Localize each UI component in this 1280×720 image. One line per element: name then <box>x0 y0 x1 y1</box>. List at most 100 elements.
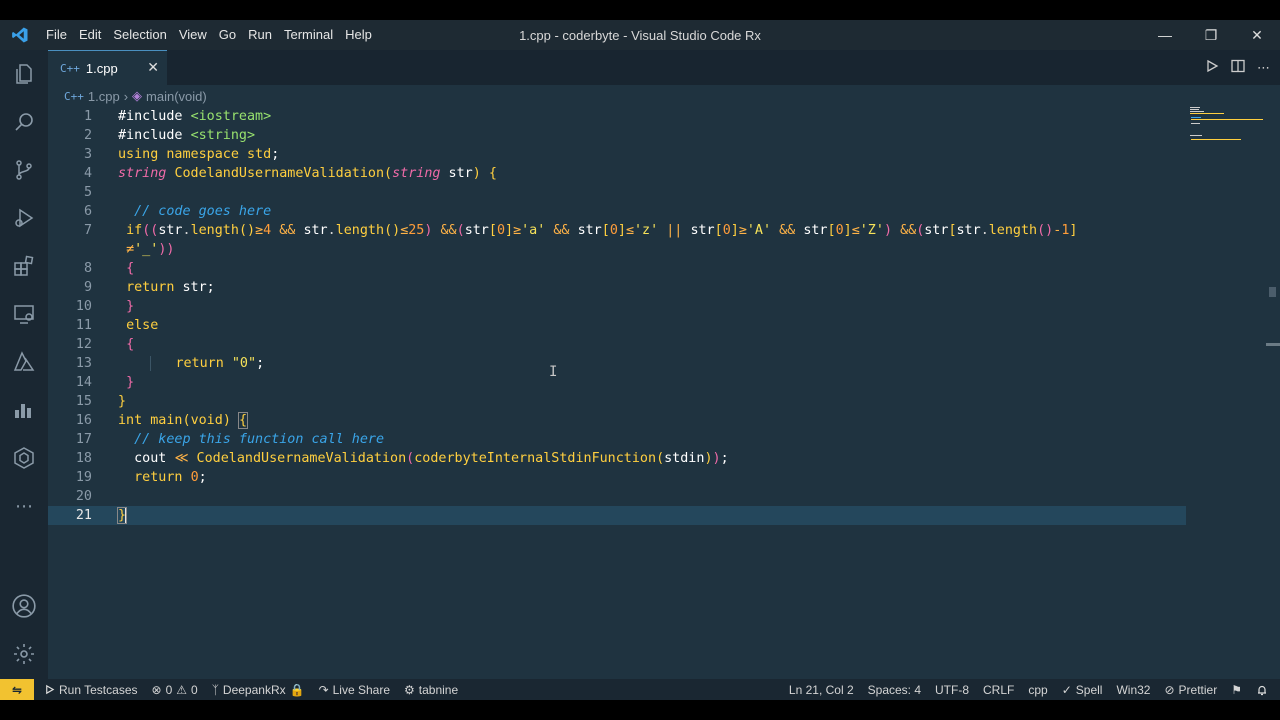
breadcrumb-file[interactable]: 1.cpp <box>88 89 120 104</box>
charts-icon[interactable] <box>0 386 48 434</box>
spell-button[interactable]: ✓ Spell <box>1062 683 1103 697</box>
status-left: Run Testcases ⊗ 0 ⚠ 0 ᛉ DeepankRx 🔒 ↷ Li… <box>44 683 458 697</box>
end-of-line[interactable]: CRLF <box>983 683 1014 697</box>
code-text: #include <iostream> <box>118 109 272 124</box>
letterbox-bottom <box>0 700 1280 720</box>
vscode-logo-icon <box>0 26 40 44</box>
prettier-button[interactable]: ⊘ Prettier <box>1164 683 1217 697</box>
letterbox-top <box>0 0 1280 20</box>
run-testcases-button[interactable]: Run Testcases <box>44 683 138 697</box>
code-text: return str; <box>126 280 215 295</box>
line-number: 16 <box>75 413 92 428</box>
function-symbol-icon: ◈ <box>132 88 143 103</box>
tab-1cpp[interactable]: C++ 1.cpp ✕ <box>48 50 167 85</box>
code-text: { <box>126 261 135 276</box>
chevron-right-icon: › <box>123 88 129 104</box>
settings-gear-icon[interactable] <box>0 630 48 678</box>
restore-icon[interactable]: ❐ <box>1188 20 1234 50</box>
run-code-icon[interactable] <box>1205 59 1219 76</box>
tabnine-button[interactable]: ⚙ tabnine <box>404 683 458 697</box>
text-cursor <box>125 506 128 524</box>
code-text: int main(void) { <box>118 412 249 429</box>
code-line: 6 // code goes here <box>48 202 1198 221</box>
remote-explorer-icon[interactable] <box>0 290 48 338</box>
vertical-scrollbar[interactable] <box>1266 85 1280 679</box>
line-number: 14 <box>75 375 92 390</box>
editor-area[interactable]: C++ 1.cpp › ◈ main(void) 1 #include <iost… <box>48 85 1280 679</box>
code-line: 18 cout ≪ CodelandUsernameValidation(cod… <box>48 449 1198 468</box>
code-line: 15} <box>48 392 1198 411</box>
breadcrumb-symbol[interactable]: main(void) <box>146 89 207 104</box>
branch-indicator[interactable]: ᛉ DeepankRx 🔒 <box>212 683 305 697</box>
status-bar: ⇋ Run Testcases ⊗ 0 ⚠ 0 ᛉ DeepankRx 🔒 ↷ … <box>0 679 1280 700</box>
run-debug-icon[interactable] <box>0 194 48 242</box>
line-number: 3 <box>83 147 92 162</box>
live-share-button[interactable]: ↷ Live Share <box>319 683 390 697</box>
menu-edit[interactable]: Edit <box>73 20 107 50</box>
menu-go[interactable]: Go <box>213 20 242 50</box>
code-line: 20 <box>48 487 1198 506</box>
line-number: 13 <box>75 356 92 371</box>
indentation[interactable]: Spaces: 4 <box>868 683 921 697</box>
line-number: 20 <box>75 489 92 504</box>
line-number: 2 <box>83 128 92 143</box>
breadcrumb: C++ 1.cpp › ◈ main(void) <box>64 88 207 104</box>
scroll-marker <box>1266 343 1280 346</box>
code-lines[interactable]: 1 #include <iostream> 2 #include <string> … <box>48 107 1198 525</box>
explorer-icon[interactable] <box>0 50 48 98</box>
code-line: 7 if((str.length()≥4 && str.length()≤25)… <box>48 221 1198 240</box>
code-text: return "0"; <box>118 354 264 373</box>
error-count: 0 <box>165 682 173 697</box>
editor-actions: ⋯ <box>1205 50 1270 85</box>
line-number: 1 <box>83 109 92 124</box>
line-number: 11 <box>75 318 92 333</box>
platform[interactable]: Win32 <box>1116 683 1150 697</box>
menu-selection[interactable]: Selection <box>107 20 172 50</box>
current-code-line: 21} <box>48 506 1186 525</box>
tabnine-icon: ⚙ <box>404 682 415 697</box>
menu-view[interactable]: View <box>173 20 213 50</box>
azure-icon[interactable] <box>0 338 48 386</box>
code-line: 4 string CodelandUsernameValidation(strin… <box>48 164 1198 183</box>
activity-bar: ⋯ <box>0 50 48 679</box>
extensions-icon[interactable] <box>0 242 48 290</box>
more-actions-icon[interactable]: ⋯ <box>1257 60 1270 76</box>
code-line: 14 } <box>48 373 1198 392</box>
code-text: } <box>126 375 135 390</box>
remote-icon[interactable]: ⇋ <box>0 679 34 700</box>
line-number: 18 <box>75 451 92 466</box>
feedback-icon[interactable]: ⚑ <box>1231 683 1242 697</box>
line-number: 4 <box>83 166 92 181</box>
run-testcases-label: Run Testcases <box>59 682 138 697</box>
line-number: 7 <box>83 223 92 238</box>
split-editor-icon[interactable] <box>1231 59 1245 76</box>
code-line: 16 int main(void) { <box>48 411 1198 430</box>
encoding[interactable]: UTF-8 <box>935 683 969 697</box>
code-text: return 0; <box>134 470 207 485</box>
close-tab-icon[interactable]: ✕ <box>147 59 159 76</box>
status-right: Ln 21, Col 2 Spaces: 4 UTF-8 CRLF cpp ✓ … <box>789 679 1268 700</box>
source-control-icon[interactable] <box>0 146 48 194</box>
menu-file[interactable]: File <box>40 20 73 50</box>
search-icon[interactable] <box>0 98 48 146</box>
menu-help[interactable]: Help <box>339 20 378 50</box>
docker-icon[interactable] <box>0 434 48 482</box>
code-line: 17 // keep this function call here <box>48 430 1198 449</box>
problems-indicator[interactable]: ⊗ 0 ⚠ 0 <box>152 683 198 697</box>
menu-run[interactable]: Run <box>242 20 278 50</box>
menu-terminal[interactable]: Terminal <box>278 20 339 50</box>
code-line: 13 return "0"; <box>48 354 1198 373</box>
scroll-thumb[interactable] <box>1269 287 1276 297</box>
code-line: 11 else <box>48 316 1198 335</box>
minimize-icon[interactable]: — <box>1142 20 1188 50</box>
line-number: 17 <box>75 432 92 447</box>
close-window-icon[interactable]: ✕ <box>1234 20 1280 50</box>
cursor-position[interactable]: Ln 21, Col 2 <box>789 683 854 697</box>
code-line: 9 return str; <box>48 278 1198 297</box>
code-text: else <box>126 318 159 333</box>
minimap[interactable] <box>1188 105 1268 145</box>
more-icon[interactable]: ⋯ <box>0 482 48 530</box>
account-icon[interactable] <box>0 582 48 630</box>
notifications-bell-icon[interactable] <box>1256 684 1268 696</box>
language-mode[interactable]: cpp <box>1028 683 1047 697</box>
